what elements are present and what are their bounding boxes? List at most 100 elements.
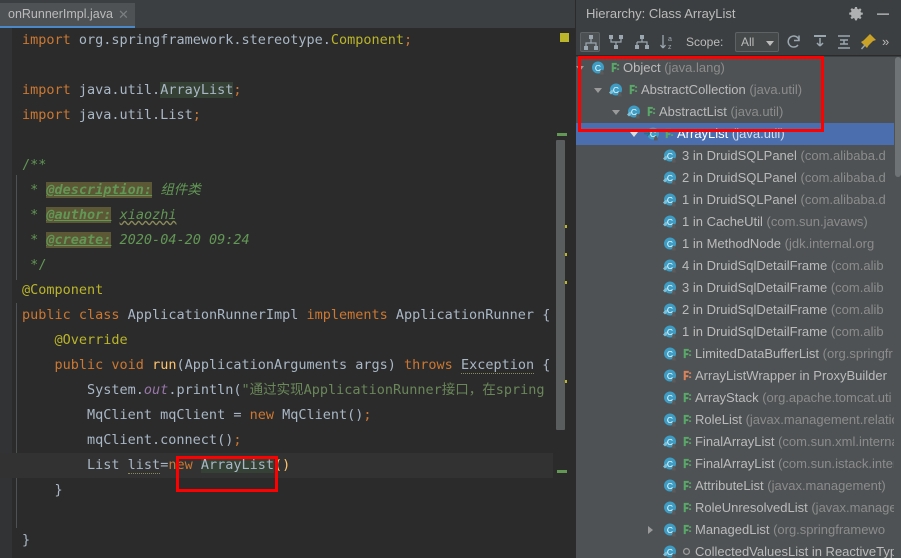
anonymous-class-icon: C xyxy=(663,215,676,229)
hierarchy-row[interactable]: C 1 in CacheUtil (com.sun.javaws) xyxy=(576,211,895,233)
hierarchy-row-package: (jdk.internal.org xyxy=(781,236,875,251)
hierarchy-row-name: 4 in DruidSqlDetailFrame xyxy=(682,258,828,273)
abstract-class-locked-icon: C xyxy=(663,457,676,471)
type-hierarchy-icon[interactable] xyxy=(580,32,600,52)
svg-text:C: C xyxy=(667,503,673,513)
hierarchy-row-label: 2 in DruidSQLPanel (com.alibaba.d xyxy=(682,167,886,189)
code-line-7: * @author: xiaozhi xyxy=(22,207,177,223)
hierarchy-row[interactable]: C 4 in DruidSqlDetailFrame (com.alib xyxy=(576,255,895,277)
hierarchy-row[interactable]: C 3 in DruidSQLPanel (com.alibaba.d xyxy=(576,145,895,167)
close-icon[interactable]: ✕ xyxy=(118,7,129,23)
hierarchy-row[interactable]: C RoleList (javax.management.relatio xyxy=(576,409,899,431)
supertypes-hierarchy-icon[interactable] xyxy=(606,32,626,52)
svg-text:a: a xyxy=(668,36,672,43)
hierarchy-row-package: (com.alib xyxy=(827,280,884,295)
hierarchy-row-name: 1 in CacheUtil xyxy=(682,214,763,229)
hierarchy-row-name: 2 in DruidSQLPanel xyxy=(682,170,797,185)
sort-alphabetically-icon[interactable]: a z xyxy=(658,32,678,52)
chevron-down-icon[interactable] xyxy=(612,110,620,115)
hierarchy-toolbar: a z Scope: All » xyxy=(576,28,901,56)
protected-icon xyxy=(683,458,692,469)
svg-text:C: C xyxy=(667,415,673,425)
hierarchy-row-package: (org.springfr xyxy=(819,346,893,361)
collapse-all-icon[interactable] xyxy=(834,32,854,52)
chevron-down-icon[interactable] xyxy=(630,132,638,137)
code-line-18: } xyxy=(22,482,63,498)
hierarchy-row[interactable]: C AbstractList (java.util) xyxy=(576,101,895,123)
hierarchy-row[interactable]: C 1 in DruidSQLPanel (com.alibaba.d xyxy=(576,189,895,211)
hierarchy-row-label: AttributeList (javax.management) xyxy=(695,475,886,497)
hierarchy-tree[interactable]: C Object (java.lang) C AbstractCollection (… xyxy=(576,57,901,558)
hierarchy-row[interactable]: C AbstractCollection (java.util) xyxy=(576,79,895,101)
chevron-down-icon[interactable] xyxy=(576,66,584,71)
hierarchy-row-name: RoleUnresolvedList xyxy=(695,500,808,515)
toolbar-overflow-button[interactable]: » xyxy=(882,32,889,52)
hierarchy-row[interactable]: C 1 in DruidSqlDetailFrame (com.alib xyxy=(576,321,895,343)
code-line-3: import java.util.List; xyxy=(22,107,201,123)
hierarchy-row-label: 1 in CacheUtil (com.sun.javaws) xyxy=(682,211,868,233)
protected-icon xyxy=(683,480,692,491)
svg-text:z: z xyxy=(668,44,672,51)
anonymous-class-icon: C xyxy=(663,325,676,339)
scope-select[interactable]: All xyxy=(735,32,779,52)
hierarchy-row-name: 2 in DruidSqlDetailFrame xyxy=(682,302,828,317)
hierarchy-row-name: ArrayListWrapper in ProxyBuilder xyxy=(695,368,887,383)
hierarchy-row[interactable]: C Object (java.lang) xyxy=(576,57,895,79)
hierarchy-row[interactable]: C FinalArrayList (com.sun.istack.inter xyxy=(576,453,897,475)
hierarchy-row-package: (com.sun.istack.inter xyxy=(774,456,898,471)
hierarchy-row-label: FinalArrayList (com.sun.istack.inter xyxy=(695,453,897,475)
hierarchy-row[interactable]: C ArrayListWrapper in ProxyBuilder xyxy=(576,365,895,387)
hierarchy-row-label: 1 in DruidSQLPanel (com.alibaba.d xyxy=(682,189,886,211)
svg-text:C: C xyxy=(613,85,619,95)
gear-icon[interactable] xyxy=(848,6,864,22)
hierarchy-scrollbar[interactable] xyxy=(894,57,901,558)
hierarchy-row[interactable]: C 3 in DruidSqlDetailFrame (com.alib xyxy=(576,277,895,299)
subtypes-hierarchy-icon[interactable] xyxy=(632,32,652,52)
hierarchy-row-name: AttributeList xyxy=(695,478,764,493)
protected-icon xyxy=(683,502,692,513)
editor-scrollbar-thumb[interactable] xyxy=(556,140,565,430)
protected-icon xyxy=(683,392,692,403)
hierarchy-row[interactable]: C AttributeList (javax.management) xyxy=(576,475,895,497)
hierarchy-row-label: RoleList (javax.management.relatio xyxy=(695,409,899,431)
code-area[interactable]: import org.springframework.stereotype.Co… xyxy=(22,28,553,558)
hierarchy-row[interactable]: C LimitedDataBufferList (org.springfr xyxy=(576,343,895,365)
chevron-right-icon[interactable] xyxy=(648,526,653,534)
svg-text:C: C xyxy=(667,437,673,447)
hierarchy-row[interactable]: C FinalArrayList (com.sun.xml.interna xyxy=(576,431,899,453)
hierarchy-scrollbar-thumb[interactable] xyxy=(895,57,901,177)
hierarchy-row[interactable]: C 2 in DruidSQLPanel (com.alibaba.d xyxy=(576,167,895,189)
protected-icon xyxy=(611,62,620,73)
svg-text:C: C xyxy=(667,151,673,161)
svg-text:C: C xyxy=(667,195,673,205)
hierarchy-row-label: FinalArrayList (com.sun.xml.interna xyxy=(695,431,899,453)
pin-tab-icon[interactable] xyxy=(858,32,878,52)
hierarchy-row[interactable]: C 2 in DruidSqlDetailFrame (com.alib xyxy=(576,299,895,321)
inspection-status-icon[interactable] xyxy=(560,33,569,42)
hierarchy-row[interactable]: C ArrayStack (org.apache.tomcat.uti xyxy=(576,387,895,409)
hierarchy-row[interactable]: C ArrayList (java.util) xyxy=(576,123,901,145)
hierarchy-row-label: AbstractCollection (java.util) xyxy=(641,79,802,101)
hierarchy-row[interactable]: C CollectedValuesList in ReactiveTyp xyxy=(576,541,898,558)
editor-fold-gutter[interactable] xyxy=(12,28,22,558)
hierarchy-row-package: (org.springframewo xyxy=(769,522,886,537)
hierarchy-row[interactable]: C RoleUnresolvedList (javax.manage xyxy=(576,497,897,519)
editor-tab-applicationrunnerimpl[interactable]: onRunnerImpl.java ✕ xyxy=(0,3,135,28)
hierarchy-row-name: 1 in DruidSqlDetailFrame xyxy=(682,324,828,339)
hierarchy-row[interactable]: C ManagedList (org.springframewo xyxy=(576,519,895,541)
hierarchy-row-label: ArrayList (java.util) xyxy=(677,123,785,145)
hierarchy-row-label: ManagedList (org.springframewo xyxy=(695,519,885,541)
export-to-text-icon[interactable] xyxy=(810,32,830,52)
editor-marker-5[interactable] xyxy=(557,470,567,473)
hierarchy-row-name: CollectedValuesList in ReactiveTyp xyxy=(695,544,898,558)
chevron-down-icon[interactable] xyxy=(594,88,602,93)
editor-marker-0[interactable] xyxy=(557,133,567,136)
class-locked-icon: C xyxy=(664,523,676,537)
hierarchy-row-name: FinalArrayList xyxy=(695,456,775,471)
refresh-icon[interactable] xyxy=(784,32,804,52)
hierarchy-row[interactable]: C 1 in MethodNode (jdk.internal.org xyxy=(576,233,895,255)
editor-gutter[interactable] xyxy=(0,28,12,558)
hierarchy-panel: Hierarchy: Class ArrayList a z Scope: Al… xyxy=(575,0,901,558)
anonymous-class-icon: C xyxy=(663,303,676,317)
minimize-icon[interactable] xyxy=(875,6,891,22)
